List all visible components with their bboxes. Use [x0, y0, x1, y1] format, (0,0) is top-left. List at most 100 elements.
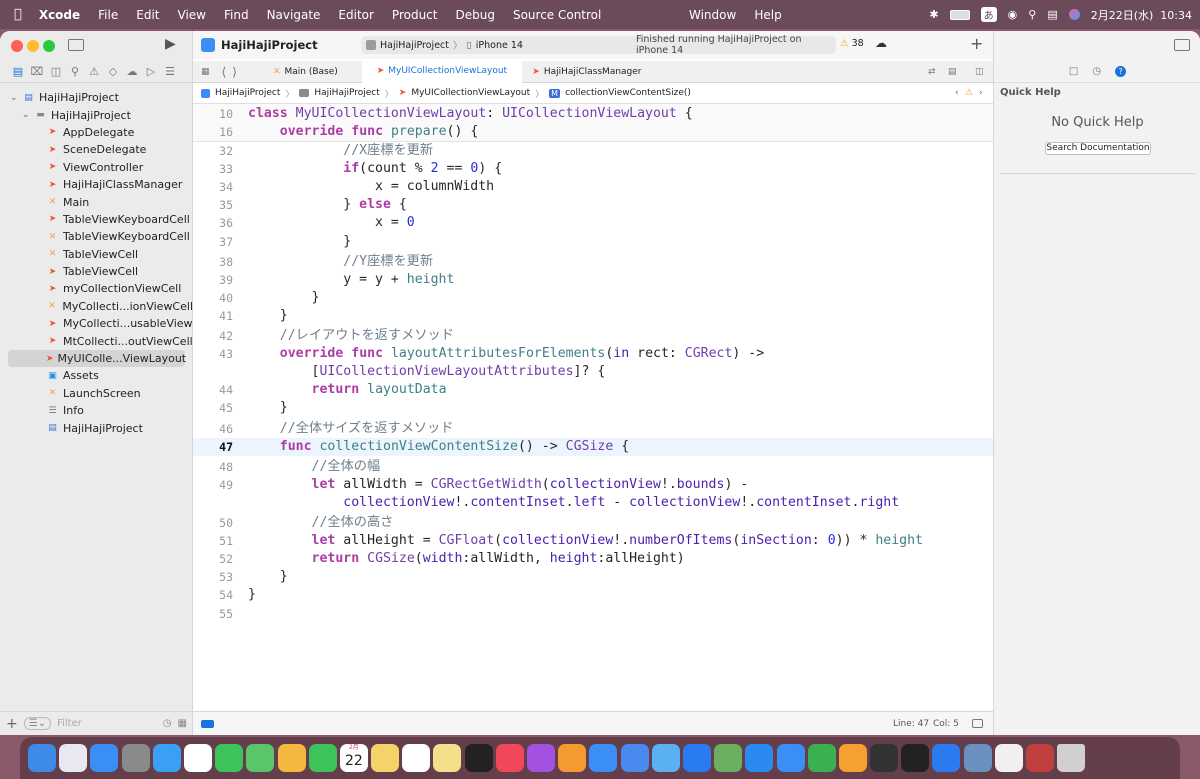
- dock-app-textedit-icon[interactable]: [994, 744, 1023, 772]
- dock-app-numbers-icon[interactable]: [807, 744, 836, 772]
- tab-main-base[interactable]: ✕ Main (Base): [249, 61, 362, 83]
- run-button[interactable]: ▶: [165, 36, 176, 52]
- tab-hajihajiclassmanager[interactable]: ➤ HajiHajiClassManager: [522, 61, 652, 83]
- code-line[interactable]: 45 }: [193, 399, 993, 417]
- scheme-name[interactable]: HajiHajiProject: [380, 40, 449, 51]
- toggle-sidebar-icon[interactable]: [68, 39, 84, 51]
- dock-app-apple-tv-icon[interactable]: [464, 744, 493, 772]
- dock-app-stickies-icon[interactable]: [433, 744, 462, 772]
- dock-app-text-editor-icon[interactable]: [714, 744, 743, 772]
- input-method-icon[interactable]: あ: [980, 7, 997, 22]
- dock-app-trash-icon[interactable]: [1057, 744, 1086, 772]
- code-line[interactable]: 33 if(count % 2 == 0) {: [193, 160, 993, 178]
- disclosure-chevron-icon[interactable]: ⌄: [10, 93, 22, 103]
- dock-app-app-store-icon[interactable]: [682, 744, 711, 772]
- history-inspector-icon[interactable]: ◷: [1092, 66, 1101, 77]
- code-line-current[interactable]: 47 func collectionViewContentSize() -> C…: [193, 437, 993, 456]
- code-line[interactable]: 55: [193, 605, 993, 623]
- recent-files-icon[interactable]: ◷: [163, 718, 172, 729]
- close-window-icon[interactable]: [11, 40, 23, 52]
- menu-source-control[interactable]: Source Control: [504, 8, 610, 22]
- issue-warning-icon[interactable]: ⚠: [965, 88, 973, 98]
- filter-options-icon[interactable]: ☰⌄: [23, 717, 52, 730]
- code-line[interactable]: 52 return CGSize(width:allWidth, height:…: [193, 550, 993, 568]
- code-line[interactable]: 34 x = columnWidth: [193, 178, 993, 196]
- debug-area-toggle-icon[interactable]: [201, 719, 214, 728]
- menu-edit[interactable]: Edit: [127, 8, 168, 22]
- sticky-scope-line[interactable]: 10 class MyUICollectionViewLayout: UIColl…: [193, 105, 993, 123]
- report-navigator-icon[interactable]: ☰: [162, 65, 178, 78]
- apple-menu-icon[interactable]: : [0, 7, 30, 22]
- dock-app-kite-icon[interactable]: [651, 744, 680, 772]
- navigator-item[interactable]: ➤ myCollectionViewCell: [0, 280, 193, 297]
- navigator-item[interactable]: ➤ SceneDelegate: [0, 141, 193, 158]
- clock[interactable]: 2月22日(水) 10:34: [1091, 7, 1192, 23]
- code-line[interactable]: 39 y = y + height: [193, 271, 993, 289]
- dock-app-keynote-icon[interactable]: [776, 744, 805, 772]
- menu-find[interactable]: Find: [215, 8, 258, 22]
- menu-product[interactable]: Product: [383, 8, 447, 22]
- search-documentation-button[interactable]: Search Documentation: [1045, 142, 1151, 155]
- menu-navigate[interactable]: Navigate: [258, 8, 330, 22]
- source-editor[interactable]: 32 //X座標を更新 33 if(count % 2 == 0) {34 x =…: [193, 104, 993, 707]
- code-line[interactable]: 42 //レイアウトを返すメソッド: [193, 327, 993, 345]
- code-line[interactable]: 36 x = 0: [193, 214, 993, 232]
- quick-help-icon[interactable]: ?: [1115, 66, 1127, 77]
- cloud-icon[interactable]: ☁: [875, 36, 887, 50]
- debug-navigator-icon[interactable]: ☁: [124, 65, 140, 78]
- symbol-navigator-icon[interactable]: ◫: [48, 65, 64, 78]
- navigator-item[interactable]: ✕ MyCollecti...ionViewCell: [0, 298, 193, 315]
- dock-app-calendar-icon[interactable]: 2月 22: [339, 744, 368, 772]
- bluetooth-icon[interactable]: ✱: [929, 8, 938, 21]
- find-navigator-icon[interactable]: ⚲: [67, 65, 83, 78]
- navigator-item[interactable]: ⌄ ▤ HajiHajiProject: [0, 89, 193, 106]
- back-button[interactable]: ⟨: [222, 65, 227, 79]
- navigator-item[interactable]: ✕ TableViewCell: [0, 246, 193, 263]
- navigator-item[interactable]: ▣ Assets: [0, 367, 193, 384]
- dock-app-messages-icon[interactable]: [215, 744, 244, 772]
- dock-app-xcode-icon[interactable]: [589, 744, 618, 772]
- menu-debug[interactable]: Debug: [446, 8, 503, 22]
- code-line[interactable]: 41 }: [193, 307, 993, 325]
- toggle-inspector-icon[interactable]: [1174, 39, 1190, 51]
- dock-app-finder-icon[interactable]: [28, 744, 56, 772]
- add-file-button[interactable]: +: [6, 716, 18, 732]
- menu-view[interactable]: View: [169, 8, 215, 22]
- navigator-item[interactable]: ➤ HajiHajiClassManager: [0, 176, 193, 193]
- dock-app-notes-icon[interactable]: [371, 744, 400, 772]
- dock-app-facetime-icon[interactable]: [308, 744, 337, 772]
- navigator-item[interactable]: ➤ TableViewCell: [0, 263, 193, 280]
- filter-input[interactable]: Filter: [57, 718, 157, 729]
- source-control-navigator-icon[interactable]: ⌧: [29, 65, 45, 78]
- navigator-item[interactable]: ➤ MyUIColle...ViewLayout: [8, 349, 186, 368]
- app-menu[interactable]: Xcode: [30, 8, 89, 22]
- navigator-item[interactable]: ➤ MyCollecti...usableView: [0, 315, 193, 332]
- code-line[interactable]: 48 //全体の幅: [193, 458, 993, 476]
- project-navigator-icon[interactable]: ▤: [10, 65, 26, 78]
- navigator-item[interactable]: ✕ TableViewKeyboardCell: [0, 228, 193, 245]
- dock-app-vs-code-icon[interactable]: [745, 744, 774, 772]
- dock-app-dictionary-icon[interactable]: [1026, 744, 1054, 772]
- library-button[interactable]: +: [970, 34, 983, 53]
- code-line[interactable]: 40 }: [193, 289, 993, 307]
- dock-app-mail-icon[interactable]: [90, 744, 119, 772]
- dock-app-pages-icon[interactable]: [838, 744, 867, 772]
- code-line[interactable]: 38 //Y座標を更新: [193, 253, 993, 271]
- navigator-item[interactable]: ▤ HajiHajiProject: [0, 419, 193, 436]
- sticky-scope-line[interactable]: 16 override func prepare() {: [193, 123, 993, 141]
- dock-app-system-settings-icon[interactable]: [121, 744, 150, 772]
- dock-app-podcasts-icon[interactable]: [527, 744, 555, 772]
- code-line[interactable]: [UICollectionViewLayoutAttributes]? {: [193, 363, 993, 381]
- next-issue-icon[interactable]: ›: [979, 88, 983, 98]
- code-line[interactable]: collectionView!.contentInset.left - coll…: [193, 494, 993, 512]
- code-line[interactable]: 50 //全体の高さ: [193, 514, 993, 532]
- dock-app-maps-icon[interactable]: [246, 744, 275, 772]
- menu-help[interactable]: Help: [745, 8, 790, 22]
- navigator-item[interactable]: ☰ Info: [0, 402, 193, 419]
- warnings-badge[interactable]: ⚠ 38: [840, 38, 864, 49]
- siri-icon[interactable]: [1068, 9, 1080, 20]
- dock-app-safari-icon[interactable]: [152, 744, 181, 772]
- dock-app-music-icon[interactable]: [495, 744, 524, 772]
- dock-app-books-icon[interactable]: [558, 744, 587, 772]
- tab-myuicollectionviewlayout[interactable]: ➤ MyUICollectionViewLayout: [361, 60, 522, 83]
